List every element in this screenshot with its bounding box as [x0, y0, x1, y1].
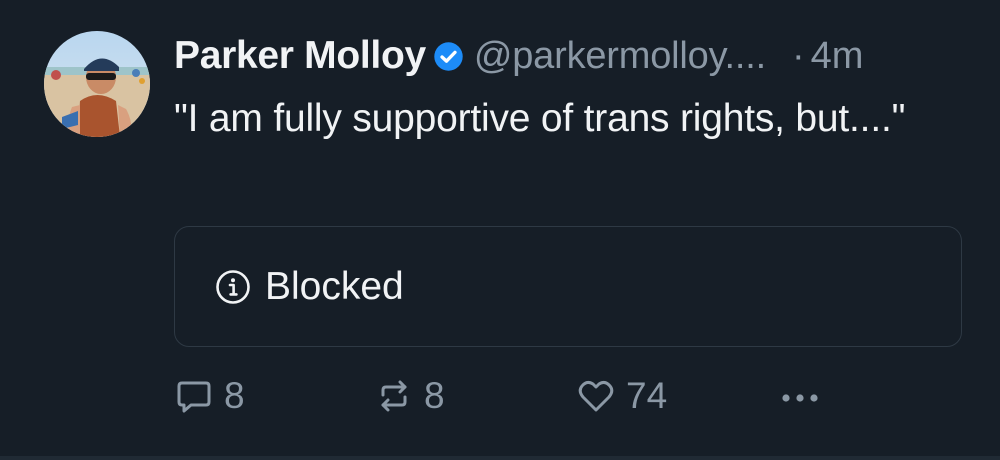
post[interactable]: Parker Molloy @parkermolloy.... · 4m "I …	[0, 0, 1000, 460]
author-handle[interactable]: @parkermolloy....	[474, 35, 766, 78]
blocked-label: Blocked	[265, 264, 404, 308]
repost-button[interactable]: 8	[374, 372, 445, 420]
post-divider	[0, 456, 1000, 460]
time-separator: ·	[791, 34, 805, 77]
like-button[interactable]: 74	[576, 372, 667, 420]
author-avatar[interactable]	[44, 31, 150, 137]
repost-count: 8	[424, 375, 445, 416]
post-header: Parker Molloy @parkermolloy.... · 4m	[174, 24, 974, 88]
verified-badge-icon	[433, 41, 464, 72]
reply-count: 8	[224, 375, 245, 416]
reply-icon	[177, 381, 211, 413]
heart-icon	[578, 380, 614, 412]
reply-button[interactable]: 8	[174, 372, 245, 420]
post-text: "I am fully supportive of trans rights, …	[174, 97, 906, 140]
post-content: Parker Molloy @parkermolloy.... · 4m "I …	[174, 24, 974, 148]
more-options-button[interactable]	[778, 372, 832, 420]
repost-icon	[381, 380, 407, 412]
post-timestamp[interactable]: 4m	[811, 35, 864, 78]
embed-content: Blocked	[215, 227, 404, 346]
like-count: 74	[626, 375, 668, 416]
info-icon	[215, 269, 251, 305]
quoted-post-embed[interactable]: Blocked	[174, 226, 962, 347]
more-icon	[782, 394, 818, 402]
author-name[interactable]: Parker Molloy	[174, 34, 426, 78]
